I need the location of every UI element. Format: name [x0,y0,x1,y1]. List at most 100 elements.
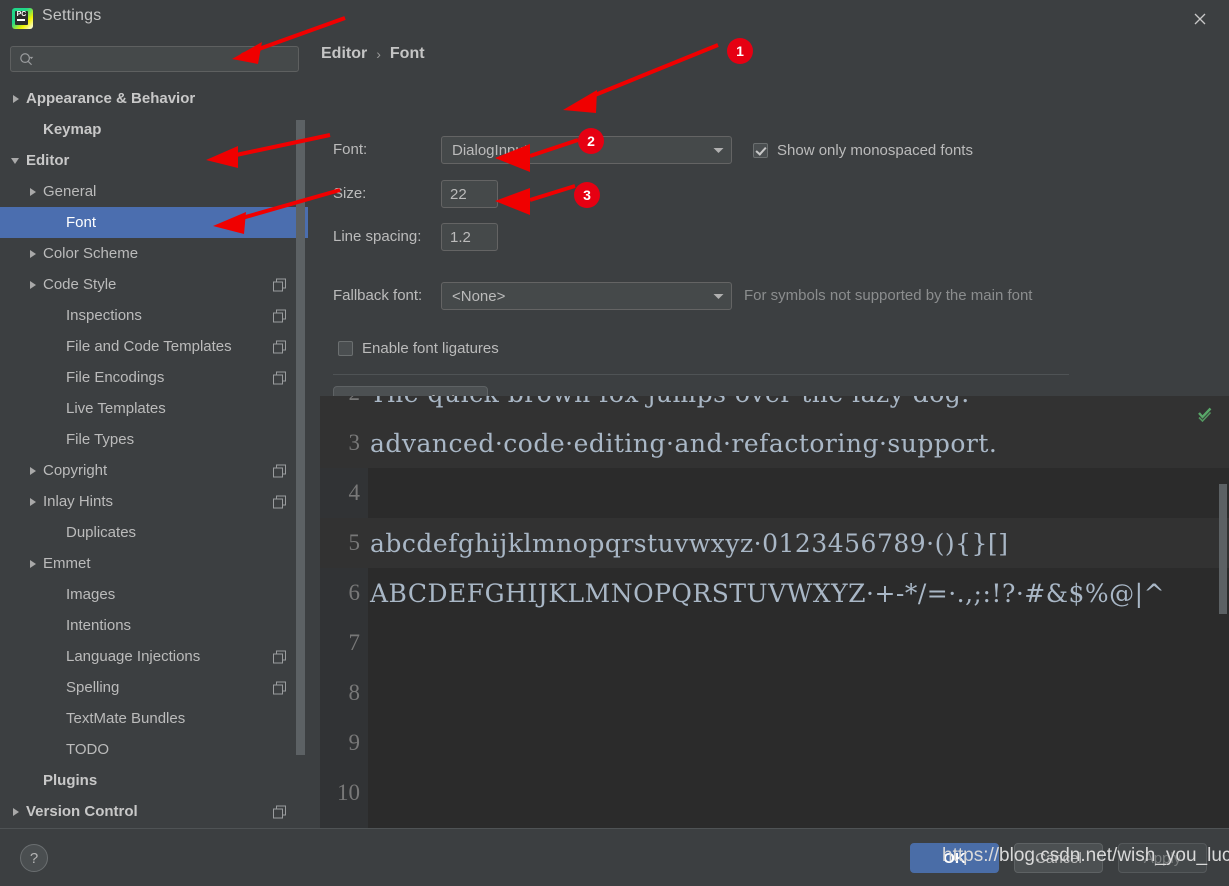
sidebar-item-spelling[interactable]: Spelling [0,672,308,703]
fallback-font-hint: For symbols not supported by the main fo… [744,287,1032,304]
sidebar-item-images[interactable]: Images [0,579,308,610]
tree-spacer [50,309,63,322]
sidebar-item-language-injections[interactable]: Language Injections [0,641,308,672]
chevron-right-icon[interactable] [10,92,23,105]
line-number: 5 [320,530,368,556]
settings-sidebar: Appearance & Behavior Keymap Editor General… [0,37,308,828]
tree-spacer [50,588,63,601]
sidebar-item-keymap[interactable]: Keymap [0,114,308,145]
copy-settings-icon [273,278,286,291]
line-number: 10 [320,780,368,806]
breadcrumb-current: Font [390,45,425,63]
sidebar-item-label: Keymap [43,121,101,138]
line-text: abcdefghijklmnopqrstuvwxyz·0123456789·()… [368,529,1008,558]
chevron-down-icon [709,147,727,154]
sidebar-item-appearance-behavior[interactable]: Appearance & Behavior [0,83,308,114]
ok-button[interactable]: OK [910,843,999,873]
chevron-down-icon[interactable] [10,154,23,167]
apply-button[interactable]: Apply [1118,843,1207,873]
tree-spacer [27,774,40,787]
sidebar-item-label: TextMate Bundles [66,710,185,727]
chevron-right-icon[interactable] [27,278,40,291]
editor-line: 7 [320,618,1229,668]
enable-ligatures-label: Enable font ligatures [362,340,499,357]
line-number: 8 [320,680,368,706]
line-number: 6 [320,580,368,606]
editor-line: 2The quick brown fox jumps over the lazy… [320,396,1229,418]
fallback-font-combobox[interactable]: <None> [441,282,732,310]
sidebar-item-label: File Encodings [66,369,164,386]
editor-scrollbar[interactable] [1219,484,1227,614]
sidebar-item-label: Version Control [26,803,138,820]
sidebar-item-duplicates[interactable]: Duplicates [0,517,308,548]
show-monospaced-label: Show only monospaced fonts [777,142,973,159]
editor-line: 10 [320,768,1229,818]
tree-spacer [50,619,63,632]
sidebar-item-emmet[interactable]: Emmet [0,548,308,579]
editor-line: 6ABCDEFGHIJKLMNOPQRSTUVWXYZ·+-*/=·.,;:!?… [320,568,1229,618]
settings-tree[interactable]: Appearance & Behavior Keymap Editor General… [0,83,308,828]
sidebar-item-editor[interactable]: Editor [0,145,308,176]
sidebar-item-textmate-bundles[interactable]: TextMate Bundles [0,703,308,734]
editor-line: 4 [320,468,1229,518]
close-button[interactable] [1181,4,1219,34]
copy-settings-icon [273,340,286,353]
sidebar-item-inspections[interactable]: Inspections [0,300,308,331]
sidebar-item-code-style[interactable]: Code Style [0,269,308,300]
chevron-right-icon[interactable] [10,805,23,818]
sidebar-item-file-and-code-templates[interactable]: File and Code Templates [0,331,308,362]
sidebar-item-inlay-hints[interactable]: Inlay Hints [0,486,308,517]
sidebar-item-label: Copyright [43,462,107,479]
line-number: 4 [320,480,368,506]
copy-settings-icon [273,309,286,322]
sidebar-item-todo[interactable]: TODO [0,734,308,765]
sidebar-item-label: Emmet [43,555,91,572]
sidebar-item-live-templates[interactable]: Live Templates [0,393,308,424]
font-preview-editor[interactable]: 2The quick brown fox jumps over the lazy… [320,396,1229,828]
search-input[interactable] [10,46,299,72]
font-family-combobox[interactable]: DialogInput [441,136,732,164]
sidebar-item-color-scheme[interactable]: Color Scheme [0,238,308,269]
editor-code-lines: 2The quick brown fox jumps over the lazy… [320,396,1229,818]
window-title: Settings [42,7,101,25]
sidebar-item-label: Code Style [43,276,116,293]
sidebar-item-version-control[interactable]: Version Control [0,796,308,827]
sidebar-item-file-encodings[interactable]: File Encodings [0,362,308,393]
sidebar-item-label: Font [66,214,96,231]
title-bar: PC Settings [0,0,1229,37]
line-number: 3 [320,430,368,456]
sidebar-item-intentions[interactable]: Intentions [0,610,308,641]
sidebar-item-general[interactable]: General [0,176,308,207]
font-size-field[interactable]: 22 [441,180,498,208]
line-spacing-value: 1.2 [450,229,471,246]
sidebar-item-label: Editor [26,152,69,169]
section-divider [333,374,1069,375]
checkbox-box-icon [338,341,353,356]
copy-settings-icon [273,681,286,694]
tree-spacer [50,743,63,756]
fallback-font-value: <None> [452,288,709,305]
help-button[interactable]: ? [20,844,48,872]
sidebar-scrollbar[interactable] [296,120,305,755]
sidebar-item-label: Intentions [66,617,131,634]
line-spacing-field[interactable]: 1.2 [441,223,498,251]
sidebar-item-copyright[interactable]: Copyright [0,455,308,486]
breadcrumb-root[interactable]: Editor [321,45,367,63]
tree-spacer [50,216,63,229]
line-number: 9 [320,730,368,756]
chevron-right-icon[interactable] [27,557,40,570]
chevron-right-icon[interactable] [27,464,40,477]
chevron-right-icon[interactable] [27,247,40,260]
breadcrumb-separator-icon: › [376,46,381,62]
sidebar-item-font[interactable]: Font [0,207,308,238]
sidebar-item-label: Inlay Hints [43,493,113,510]
close-icon [1192,11,1208,27]
chevron-right-icon[interactable] [27,495,40,508]
sidebar-item-file-types[interactable]: File Types [0,424,308,455]
line-text: ABCDEFGHIJKLMNOPQRSTUVWXYZ·+-*/=·.,;:!?·… [368,579,1165,608]
sidebar-item-plugins[interactable]: Plugins [0,765,308,796]
cancel-button[interactable]: Cancel [1014,843,1103,873]
chevron-right-icon[interactable] [27,185,40,198]
enable-ligatures-checkbox[interactable]: Enable font ligatures [338,340,499,357]
show-monospaced-checkbox[interactable]: Show only monospaced fonts [753,142,973,159]
